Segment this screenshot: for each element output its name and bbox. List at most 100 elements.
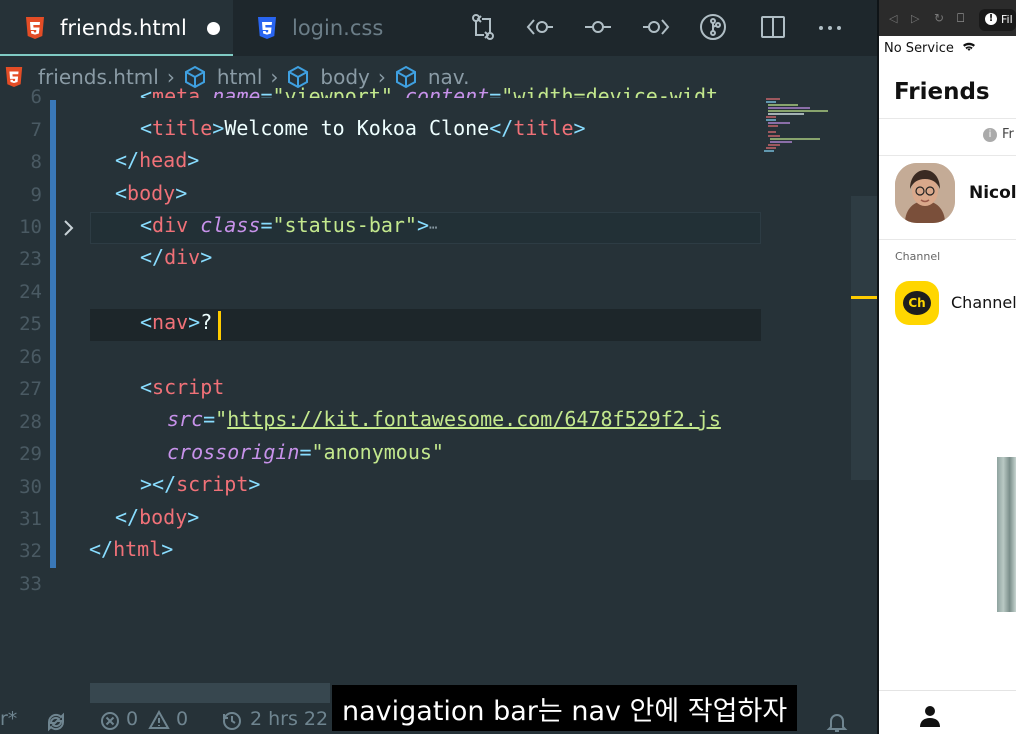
warning-icon[interactable]	[148, 710, 170, 730]
line-number: 23	[19, 248, 42, 270]
phone-status-bar: No Service	[884, 40, 977, 56]
error-icon[interactable]	[100, 711, 120, 731]
fold-chevron-icon[interactable]	[62, 218, 76, 238]
code-token: title	[152, 116, 213, 140]
profile-name[interactable]: Nicola	[969, 183, 1016, 203]
code-line-8[interactable]: </head>	[115, 148, 199, 172]
bell-icon[interactable]	[826, 711, 848, 733]
html5-icon	[5, 67, 23, 87]
channel-name[interactable]: Channel	[951, 293, 1016, 312]
code-line-6[interactable]: <meta name="viewport" content="width=dev…	[140, 84, 718, 98]
code-token: <	[140, 116, 153, 140]
tab-label: friends.html	[60, 16, 187, 40]
code-token: "anonymous"	[311, 440, 444, 464]
code-token: div	[152, 213, 189, 237]
code-token: class	[200, 213, 261, 237]
code-token: <	[140, 310, 153, 334]
code-line-23[interactable]: </div>	[140, 245, 212, 269]
avatar[interactable]	[895, 163, 955, 223]
tab-friends-html[interactable]: friends.html	[0, 0, 233, 56]
back-icon[interactable]: ◁	[889, 12, 897, 25]
profile-photo	[895, 163, 955, 223]
folded-ellipsis-icon[interactable]: ⋯	[429, 220, 437, 236]
person-icon[interactable]	[919, 705, 941, 727]
code-token: =	[260, 213, 273, 237]
git-graph-icon[interactable]	[698, 12, 728, 42]
code-editor[interactable]: friends.html login.css friends.html › ht…	[0, 0, 877, 734]
code-line-9[interactable]: <body>	[115, 181, 187, 205]
code-token: Welcome to Kokoa Clone	[224, 116, 490, 140]
code-token: "	[215, 407, 228, 431]
info-icon: i	[983, 127, 997, 142]
channel-icon-badge: Ch	[903, 291, 931, 315]
code-token: <	[140, 213, 153, 237]
code-line-27[interactable]: <script	[140, 375, 224, 399]
section-heading: Channel	[895, 250, 941, 263]
code-line-7[interactable]: <title>Welcome to Kokoa Clone</title>	[140, 116, 586, 140]
browser-toolbar: ◁ ▷ ↻ ⎕ ! Fil	[879, 0, 1016, 36]
code-token: >	[175, 181, 188, 205]
warning-count[interactable]: 0	[176, 708, 188, 730]
code-token: =	[260, 84, 273, 98]
divider	[879, 239, 1016, 240]
code-line-30[interactable]: ></script>	[140, 472, 260, 496]
code-token: >	[187, 505, 200, 529]
compare-changes-icon[interactable]	[468, 12, 498, 42]
unsaved-dot-icon[interactable]	[206, 21, 220, 35]
vertical-scrollbar[interactable]	[851, 196, 877, 480]
code-token: div	[164, 245, 201, 269]
code-token: crossorigin	[167, 440, 300, 464]
bookmark-icon[interactable]: ⎕	[957, 11, 964, 26]
channel-icon[interactable]: Ch	[895, 281, 939, 325]
tab-label: login.css	[292, 16, 384, 40]
history-icon[interactable]	[220, 710, 242, 732]
go-forward-icon[interactable]	[641, 12, 671, 42]
code-token: >	[248, 472, 261, 496]
code-line-28[interactable]: src="https://kit.fontawesome.com/6478f52…	[167, 407, 761, 431]
code-line-29[interactable]: crossorigin="anonymous"	[167, 440, 444, 464]
split-editor-icon[interactable]	[758, 12, 788, 42]
code-token: body	[127, 181, 176, 205]
remote-indicator[interactable]: r*	[0, 708, 17, 730]
code-token: >	[573, 116, 586, 140]
code-line-10[interactable]: <div class="status-bar">⋯	[140, 213, 437, 237]
more-actions-icon[interactable]	[815, 12, 845, 42]
code-token: <	[140, 84, 153, 98]
line-number: 8	[30, 151, 42, 173]
code-link[interactable]: https://kit.fontawesome.com/6478f529f2.j…	[227, 407, 721, 431]
code-token: >	[161, 537, 174, 561]
tab-login-css[interactable]: login.css	[252, 0, 383, 56]
line-number: 7	[30, 119, 42, 141]
notice-text: Fr	[1002, 127, 1014, 142]
forward-icon[interactable]: ▷	[911, 12, 919, 25]
minimap[interactable]	[762, 96, 852, 166]
css3-icon	[258, 17, 276, 39]
line-number: 26	[19, 346, 42, 368]
line-number: 32	[19, 540, 42, 562]
code-line-31[interactable]: </body>	[115, 505, 199, 529]
browser-preview: ◁ ▷ ↻ ⎕ ! Fil No Service Friends i Fr Ni…	[879, 0, 1016, 734]
line-number: 9	[30, 184, 42, 206]
code-token: body	[139, 505, 188, 529]
code-token: script	[176, 472, 249, 496]
friends-notice[interactable]: i Fr	[983, 127, 1014, 142]
code-token: </	[115, 505, 140, 529]
video-subtitle: navigation bar는 nav 안에 작업하자	[332, 685, 798, 731]
code-token: =	[203, 407, 216, 431]
code-line-32[interactable]: </html>	[89, 537, 173, 561]
reload-icon[interactable]: ↻	[934, 11, 944, 25]
line-number: 30	[19, 476, 42, 498]
code-token: "viewport"	[272, 84, 393, 98]
horizontal-scrollbar[interactable]	[90, 683, 330, 703]
code-token: >	[212, 116, 225, 140]
address-bar[interactable]: ! Fil	[979, 9, 1016, 31]
error-count[interactable]: 0	[126, 708, 138, 730]
divider	[879, 118, 1016, 119]
code-token: >	[200, 245, 213, 269]
code-token: </	[140, 245, 165, 269]
sync-icon[interactable]	[45, 711, 67, 733]
banner-image[interactable]	[997, 457, 1016, 612]
go-back-icon[interactable]	[525, 12, 555, 42]
code-line-25[interactable]: <nav>?	[140, 310, 212, 334]
commit-icon[interactable]	[583, 12, 613, 42]
